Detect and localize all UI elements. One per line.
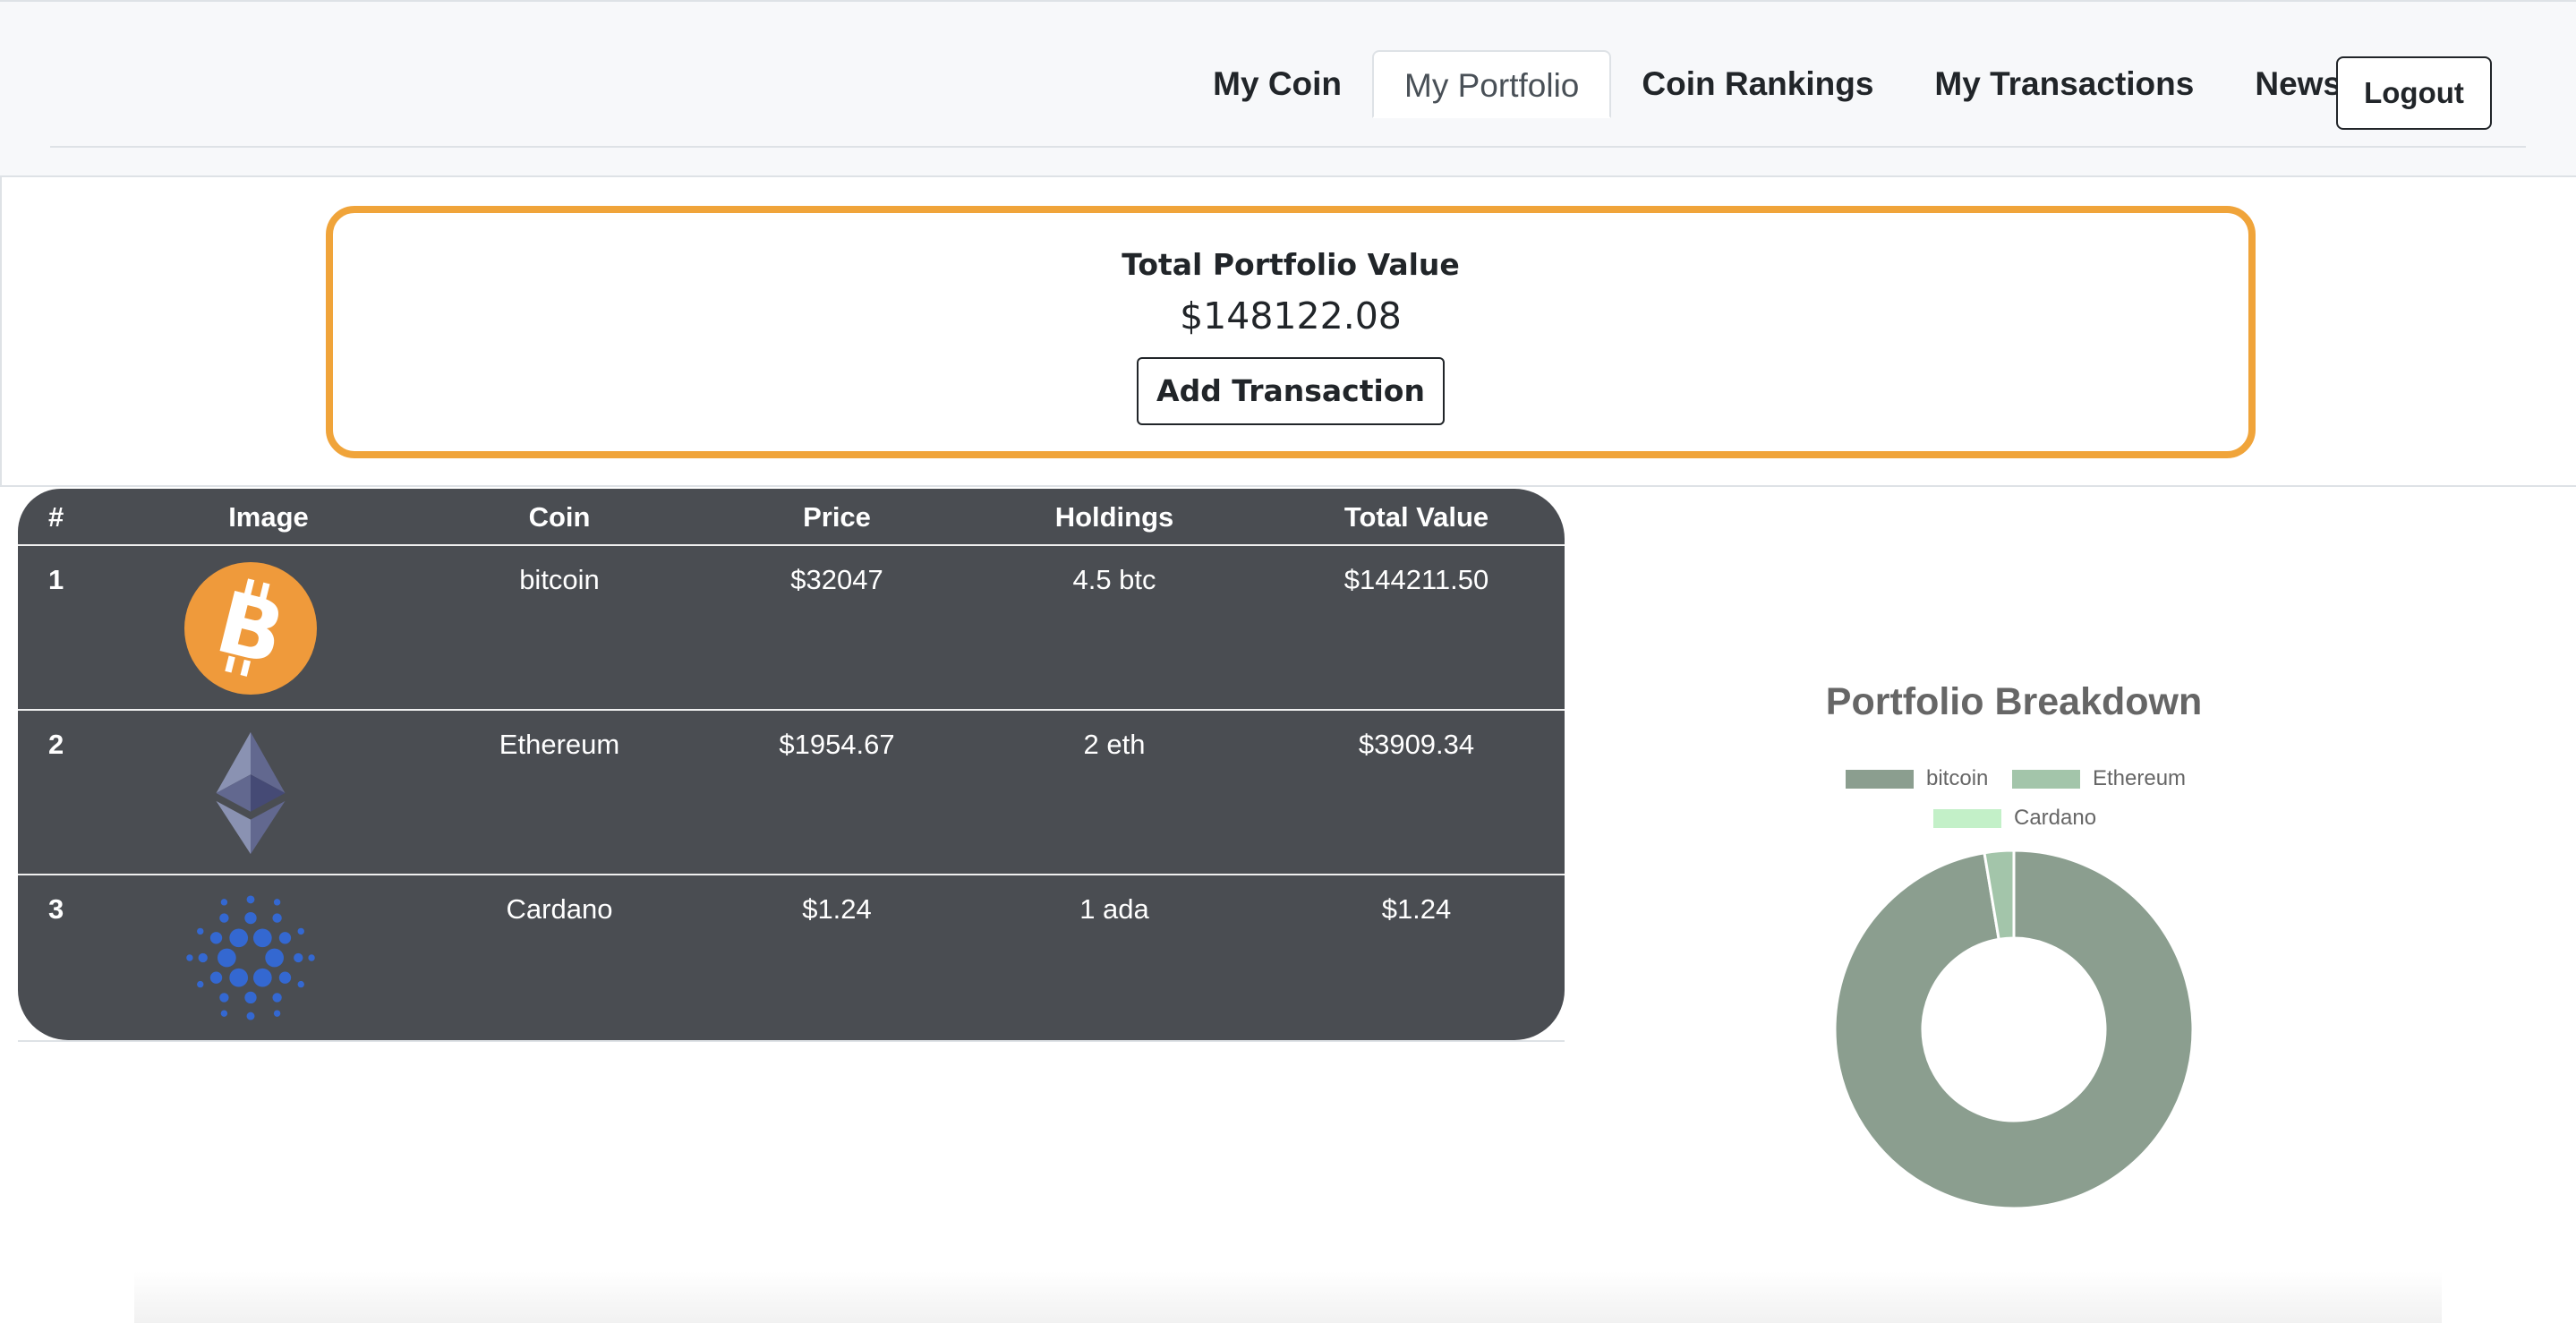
tab-my-coin[interactable]: My Coin	[1182, 50, 1372, 118]
row-rank: 3	[48, 893, 64, 925]
portfolio-summary-card: Total Portfolio Value $148122.08 Add Tra…	[326, 206, 2256, 458]
portfolio-breakdown-donut-chart	[1833, 849, 2195, 1210]
row-holdings: 2 eth	[1083, 729, 1146, 760]
row-coin-name: Ethereum	[499, 729, 620, 760]
table-header: # Image Coin Price Holdings Total Value	[18, 489, 1565, 546]
column-header-holdings: Holdings	[1054, 501, 1174, 533]
row-rank: 2	[48, 729, 64, 760]
legend-label: bitcoin	[1926, 766, 1989, 790]
column-header-coin: Coin	[528, 501, 591, 533]
table-bottom-divider	[18, 1040, 1565, 1042]
bitcoin-icon: B	[184, 562, 317, 695]
chart-title: Portfolio Breakdown	[1825, 680, 2203, 723]
table-row[interactable]: 3 Cardano $1.24 1 ada $1.24	[18, 875, 1565, 1040]
legend-item-ethereum[interactable]: Ethereum	[2012, 766, 2186, 791]
ethereum-icon	[216, 731, 286, 855]
row-total-value: $3909.34	[1358, 729, 1475, 760]
row-price: $32047	[790, 564, 883, 595]
legend-label: Ethereum	[2093, 766, 2187, 790]
column-header-image: Image	[228, 501, 309, 533]
row-holdings: 1 ada	[1079, 893, 1149, 925]
total-value-label: Total Portfolio Value	[1122, 247, 1460, 282]
portfolio-summary-section: Total Portfolio Value $148122.08 Add Tra…	[0, 175, 2576, 487]
cardano-icon	[186, 895, 315, 1020]
column-header-price: Price	[803, 501, 871, 533]
column-header-rank: #	[48, 501, 64, 533]
legend-label: Cardano	[2014, 806, 2097, 830]
tab-my-portfolio[interactable]: My Portfolio	[1372, 50, 1612, 118]
page-bottom-shadow	[134, 1271, 2442, 1323]
row-holdings: 4.5 btc	[1072, 564, 1156, 595]
logout-button[interactable]: Logout	[2336, 56, 2492, 130]
nav-tabs: My Coin My Portfolio Coin Rankings My Tr…	[1182, 50, 2372, 118]
legend-swatch	[1933, 808, 2001, 828]
row-total-value: $144211.50	[1343, 564, 1489, 595]
nav-divider	[50, 146, 2526, 148]
add-transaction-button[interactable]: Add Transaction	[1137, 357, 1445, 425]
column-header-total-value: Total Value	[1343, 501, 1489, 533]
row-total-value: $1.24	[1381, 893, 1452, 925]
legend-swatch	[2012, 769, 2080, 789]
tab-my-transactions[interactable]: My Transactions	[1904, 50, 2224, 118]
legend-item-bitcoin[interactable]: bitcoin	[1846, 766, 1988, 791]
row-coin-name: Cardano	[506, 893, 613, 925]
row-price: $1.24	[802, 893, 872, 925]
row-rank: 1	[48, 564, 64, 595]
row-price: $1954.67	[779, 729, 895, 760]
holdings-table: # Image Coin Price Holdings Total Value …	[18, 489, 1565, 1040]
row-coin-name: bitcoin	[519, 564, 600, 595]
legend-swatch	[1846, 769, 1914, 789]
total-value-amount: $148122.08	[1180, 294, 1402, 337]
table-row[interactable]: 1 B bitcoin $32047 4.5 btc $144211.50	[18, 546, 1565, 711]
top-navbar: My Coin My Portfolio Coin Rankings My Tr…	[0, 0, 2576, 175]
tab-coin-rankings[interactable]: Coin Rankings	[1611, 50, 1904, 118]
legend-item-cardano[interactable]: Cardano	[1933, 806, 2096, 831]
table-row[interactable]: 2 Ethereum $1954.67 2 eth $3909.34	[18, 711, 1565, 875]
